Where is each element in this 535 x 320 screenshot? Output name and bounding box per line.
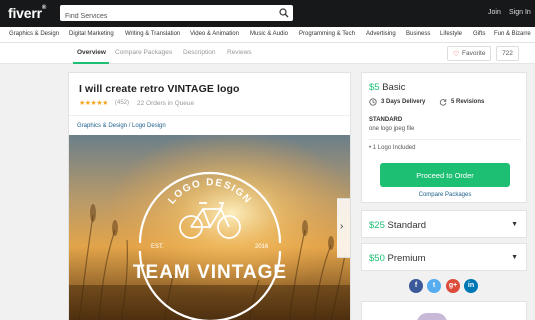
package-included: • 1 Logo Included	[369, 145, 416, 151]
logo-registered-mark: ®	[41, 5, 47, 12]
breadcrumb[interactable]: Graphics & Design / Logo Design	[77, 123, 166, 129]
linkedin-icon[interactable]: in	[464, 279, 478, 293]
heart-icon: ♡	[453, 51, 460, 58]
clock-icon	[369, 98, 377, 106]
package-description: one logo jpeg file	[369, 126, 415, 132]
premium-package-header: $50 Premium	[369, 253, 426, 264]
rating-count[interactable]: (452)	[115, 100, 129, 106]
rating-stars-icon[interactable]: ★★★★★	[79, 99, 108, 107]
standard-name: Standard	[387, 220, 427, 231]
favorite-button[interactable]: ♡ Favorite	[447, 46, 491, 61]
revisions-icon	[439, 99, 447, 106]
gig-image[interactable]: LOGO DESIGN EST. 2016 TEAM VINTAGE	[69, 135, 350, 320]
tab-overview[interactable]: Overview	[77, 49, 106, 56]
image-next-button[interactable]: ›	[337, 198, 351, 258]
revisions-count: 5 Revisions	[451, 99, 485, 105]
favorite-count: 722	[496, 46, 519, 61]
image-brand-text: TEAM VINTAGE	[133, 262, 287, 283]
basic-package-card: $5 Basic 3 Days Delivery 5 Revisions STA…	[361, 72, 527, 203]
image-year-text: 2016	[255, 244, 269, 250]
category-lifestyle[interactable]: Lifestyle	[440, 31, 462, 37]
fiverr-logo[interactable]: fiverr®	[8, 5, 46, 21]
compare-packages-link[interactable]: Compare Packages	[362, 192, 528, 198]
premium-name: Premium	[387, 253, 426, 264]
divider	[369, 139, 521, 140]
category-video-animation[interactable]: Video & Animation	[190, 31, 239, 37]
category-digital-marketing[interactable]: Digital Marketing	[69, 31, 114, 37]
standard-package-header: $25 Standard	[369, 220, 426, 231]
package-tier: STANDARD	[369, 117, 403, 123]
search-input[interactable]	[60, 8, 265, 25]
delivery-time: 3 Days Delivery	[381, 99, 426, 105]
orders-in-queue: 22 Orders in Queue	[137, 100, 195, 107]
chevron-down-icon: ▼	[511, 221, 518, 228]
search-icon[interactable]	[279, 8, 289, 18]
active-tab-indicator	[73, 62, 109, 64]
category-graphics-design[interactable]: Graphics & Design	[9, 31, 59, 37]
category-music-audio[interactable]: Music & Audio	[250, 31, 288, 37]
favorite-label: Favorite	[462, 50, 486, 57]
standard-package-card[interactable]: $25 Standard ▼	[361, 210, 527, 238]
chevron-down-icon: ▼	[511, 254, 518, 261]
proceed-to-order-button[interactable]: Proceed to Order	[380, 163, 510, 187]
seller-card	[361, 301, 527, 320]
category-nav: Graphics & Design Digital Marketing Writ…	[0, 27, 535, 43]
tab-compare-packages[interactable]: Compare Packages	[115, 49, 172, 56]
facebook-icon[interactable]: f	[409, 279, 423, 293]
top-bar: fiverr® Join Sign In	[0, 0, 535, 27]
gig-panel: I will create retro VINTAGE logo ★★★★★ (…	[68, 72, 351, 320]
category-programming-tech[interactable]: Programming & Tech	[299, 31, 355, 37]
category-advertising[interactable]: Advertising	[366, 31, 396, 37]
tab-reviews[interactable]: Reviews	[227, 49, 252, 56]
category-fun-bizarre[interactable]: Fun & Bizarre	[494, 31, 531, 37]
premium-package-card[interactable]: $50 Premium ▼	[361, 243, 527, 271]
category-business[interactable]: Business	[406, 31, 430, 37]
image-est-text: EST.	[151, 244, 164, 250]
gig-subnav: Overview Compare Packages Description Re…	[0, 43, 535, 64]
category-writing-translation[interactable]: Writing & Translation	[125, 31, 180, 37]
gig-title: I will create retro VINTAGE logo	[79, 83, 240, 95]
basic-package-header[interactable]: $5 Basic	[369, 82, 405, 93]
chevron-right-icon: ›	[340, 221, 344, 232]
tab-description[interactable]: Description	[183, 49, 216, 56]
signin-link[interactable]: Sign In	[509, 9, 531, 16]
divider	[69, 115, 350, 116]
basic-name: Basic	[382, 82, 406, 93]
premium-price: $50	[369, 253, 385, 264]
twitter-icon[interactable]: t	[427, 279, 441, 293]
standard-price: $25	[369, 220, 385, 231]
search-box	[60, 5, 293, 25]
basic-price: $5	[369, 82, 380, 93]
join-link[interactable]: Join	[488, 9, 501, 16]
seller-avatar[interactable]	[417, 313, 447, 320]
google-plus-icon[interactable]: g+	[446, 279, 460, 293]
gig-image-artwork: LOGO DESIGN EST. 2016 TEAM VINTAGE	[69, 135, 350, 320]
logo-text: fiverr	[8, 5, 42, 21]
category-gifts[interactable]: Gifts	[473, 31, 485, 37]
